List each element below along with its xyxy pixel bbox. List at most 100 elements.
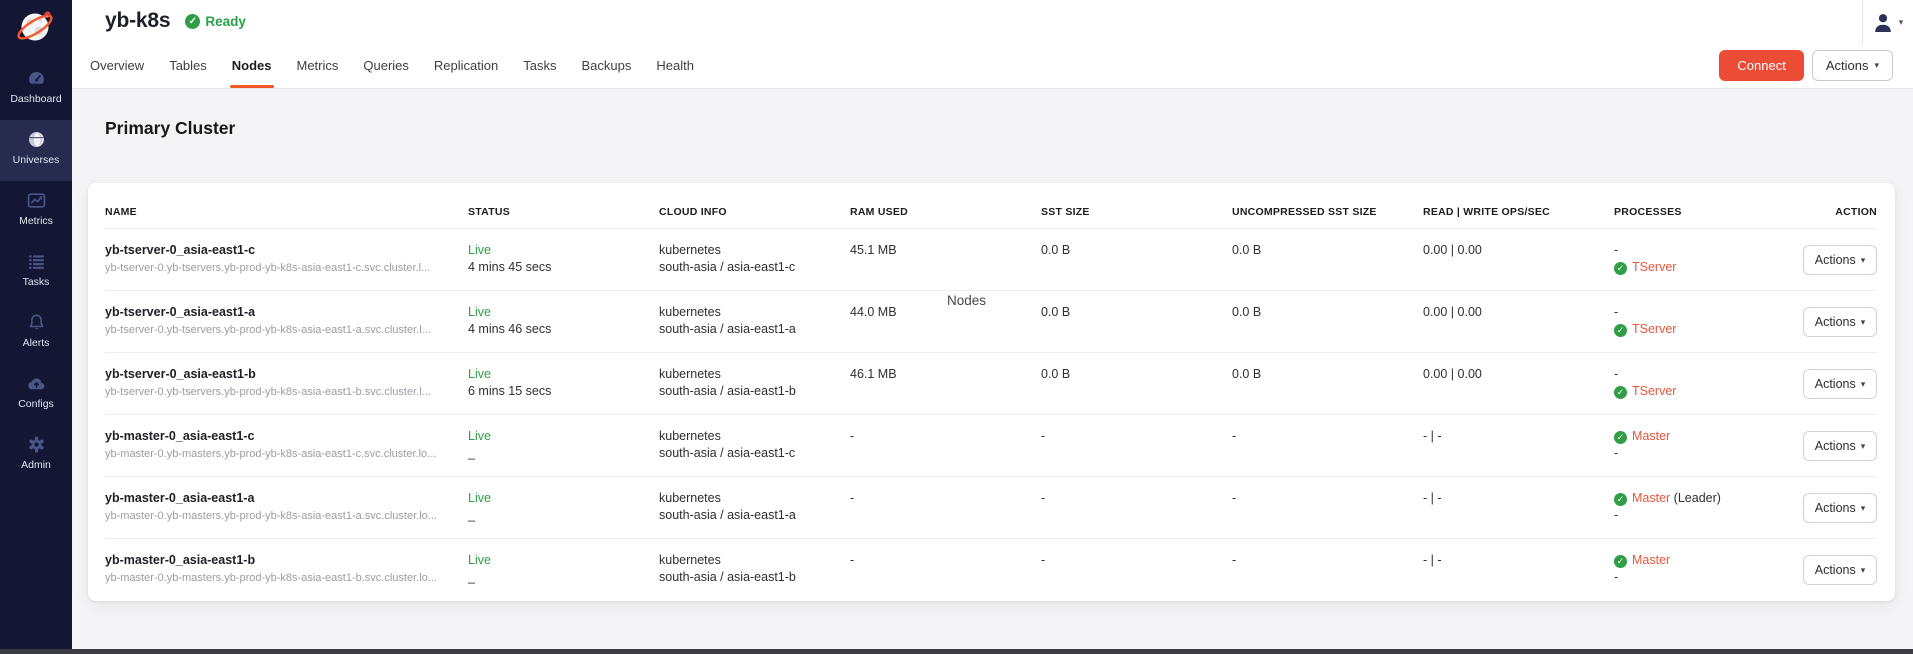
node-provider: kubernetes — [659, 490, 850, 507]
table-row: yb-master-0_asia-east1-a yb-master-0.yb-… — [105, 476, 1877, 538]
tab-replication[interactable]: Replication — [434, 42, 498, 88]
node-region: south-asia / asia-east1-a — [659, 321, 850, 338]
check-icon: ✓ — [1614, 493, 1627, 506]
process-name: Master — [1632, 553, 1670, 567]
alerts-bell-icon — [27, 313, 46, 332]
sidebar-item-label: Configs — [18, 398, 54, 410]
universe-action-buttons: Connect Actions ▾ — [1719, 50, 1893, 81]
node-provider: kubernetes — [659, 304, 850, 321]
row-actions-button[interactable]: Actions ▾ — [1803, 431, 1877, 461]
tab-health[interactable]: Health — [656, 42, 694, 88]
row-actions-label: Actions — [1815, 501, 1856, 515]
tab-metrics[interactable]: Metrics — [297, 42, 339, 88]
check-icon: ✓ — [1614, 555, 1627, 568]
node-read-write-ops: 0.00 | 0.00 — [1423, 366, 1614, 414]
row-actions-label: Actions — [1815, 315, 1856, 329]
check-icon: ✓ — [1614, 262, 1627, 275]
sidebar-item-configs[interactable]: Configs — [0, 364, 72, 425]
process-line-1: ✓ Master — [1614, 552, 1799, 569]
node-provider: kubernetes — [659, 428, 850, 445]
node-status: Live — [468, 428, 659, 445]
node-address: yb-master-0.yb-masters.yb-prod-yb-k8s-as… — [105, 570, 463, 587]
tab-backups[interactable]: Backups — [581, 42, 631, 88]
column-header-read-write: READ | WRITE OPS/SEC — [1423, 206, 1614, 218]
configs-cloud-icon — [27, 374, 46, 393]
sidebar-item-universes[interactable]: Universes — [0, 120, 72, 181]
universe-actions-label: Actions — [1826, 58, 1869, 73]
process-line-2: ✓ TServer — [1614, 383, 1799, 400]
row-actions-label: Actions — [1815, 563, 1856, 577]
column-header-processes: PROCESSES — [1614, 206, 1799, 218]
process-name: TServer — [1632, 384, 1676, 398]
tab-tables[interactable]: Tables — [169, 42, 207, 88]
universe-status-label: Ready — [205, 14, 246, 29]
node-ram: 46.1 MB — [850, 366, 1041, 414]
node-ram: 45.1 MB — [850, 242, 1041, 290]
metrics-chart-icon — [27, 191, 46, 210]
tab-nodes[interactable]: Nodes — [232, 42, 272, 88]
horizontal-scrollbar[interactable] — [0, 649, 1913, 654]
node-sst-size: 0.0 B — [1041, 242, 1232, 290]
table-row: yb-tserver-0_asia-east1-b yb-tserver-0.y… — [105, 352, 1877, 414]
user-menu[interactable]: ▾ — [1862, 0, 1913, 44]
sidebar-item-metrics[interactable]: Metrics — [0, 181, 72, 242]
node-status: Live — [468, 304, 659, 321]
sidebar-item-admin[interactable]: Admin — [0, 425, 72, 486]
connect-button[interactable]: Connect — [1719, 50, 1803, 81]
caret-down-icon: ▾ — [1874, 60, 1879, 71]
caret-down-icon: ▾ — [1899, 17, 1904, 28]
sidebar-item-dashboard[interactable]: Dashboard — [0, 59, 72, 120]
row-actions-button[interactable]: Actions ▾ — [1803, 493, 1877, 523]
universe-name: yb-k8s — [105, 9, 170, 33]
node-name: yb-tserver-0_asia-east1-b — [105, 366, 468, 383]
caret-down-icon: ▾ — [1861, 317, 1866, 328]
node-read-write-ops: - | - — [1423, 552, 1614, 600]
admin-gear-icon — [27, 435, 46, 454]
sidebar-item-alerts[interactable]: Alerts — [0, 303, 72, 364]
node-region: south-asia / asia-east1-c — [659, 445, 850, 462]
row-actions-label: Actions — [1815, 253, 1856, 267]
node-ram: - — [850, 552, 1041, 600]
column-header-sst-size: SST SIZE — [1041, 206, 1232, 218]
node-sst-size: 0.0 B — [1041, 366, 1232, 414]
column-header-cloud-info: CLOUD INFO — [659, 206, 850, 218]
row-actions-button[interactable]: Actions ▾ — [1803, 369, 1877, 399]
column-header-status: STATUS — [468, 206, 659, 218]
row-actions-button[interactable]: Actions ▾ — [1803, 245, 1877, 275]
tasks-list-icon — [27, 252, 46, 271]
yugabyte-logo[interactable] — [16, 6, 56, 46]
row-actions-button[interactable]: Actions ▾ — [1803, 307, 1877, 337]
sidebar-item-label: Universes — [13, 154, 60, 166]
tab-queries[interactable]: Queries — [363, 42, 409, 88]
process-line-2: ✓ TServer — [1614, 259, 1799, 276]
column-header-ram-used: RAM USED — [850, 206, 1041, 218]
sidebar-item-tasks[interactable]: Tasks — [0, 242, 72, 303]
process-name: TServer — [1632, 260, 1676, 274]
node-uptime: _ — [468, 445, 659, 462]
caret-down-icon: ▾ — [1861, 255, 1866, 266]
process-line-1: - — [1614, 242, 1799, 259]
check-icon: ✓ — [1614, 386, 1627, 399]
universe-actions-button[interactable]: Actions ▾ — [1812, 50, 1893, 81]
node-sst-size: 0.0 B — [1041, 304, 1232, 352]
node-uptime: 4 mins 45 secs — [468, 259, 659, 276]
node-status: Live — [468, 366, 659, 383]
process-line-2: - — [1614, 445, 1799, 462]
node-read-write-ops: 0.00 | 0.00 — [1423, 304, 1614, 352]
tab-tasks[interactable]: Tasks — [523, 42, 556, 88]
floating-nodes-label: Nodes — [947, 293, 986, 308]
node-read-write-ops: - | - — [1423, 428, 1614, 476]
row-actions-button[interactable]: Actions ▾ — [1803, 555, 1877, 585]
table-row: yb-tserver-0_asia-east1-c yb-tserver-0.y… — [105, 228, 1877, 290]
node-region: south-asia / asia-east1-c — [659, 259, 850, 276]
sidebar-nav: Dashboard Universes Metrics Tasks — [0, 59, 72, 486]
node-status: Live — [468, 490, 659, 507]
topbar: yb-k8s ✓ Ready ▾ Overview Tables Nodes M… — [72, 0, 1913, 89]
process-line-1: - — [1614, 304, 1799, 321]
node-region: south-asia / asia-east1-b — [659, 569, 850, 586]
node-read-write-ops: 0.00 | 0.00 — [1423, 242, 1614, 290]
table-row: yb-master-0_asia-east1-c yb-master-0.yb-… — [105, 414, 1877, 476]
tab-overview[interactable]: Overview — [90, 42, 144, 88]
table-row: yb-tserver-0_asia-east1-a yb-tserver-0.y… — [105, 290, 1877, 352]
sidebar-item-label: Alerts — [23, 337, 50, 349]
